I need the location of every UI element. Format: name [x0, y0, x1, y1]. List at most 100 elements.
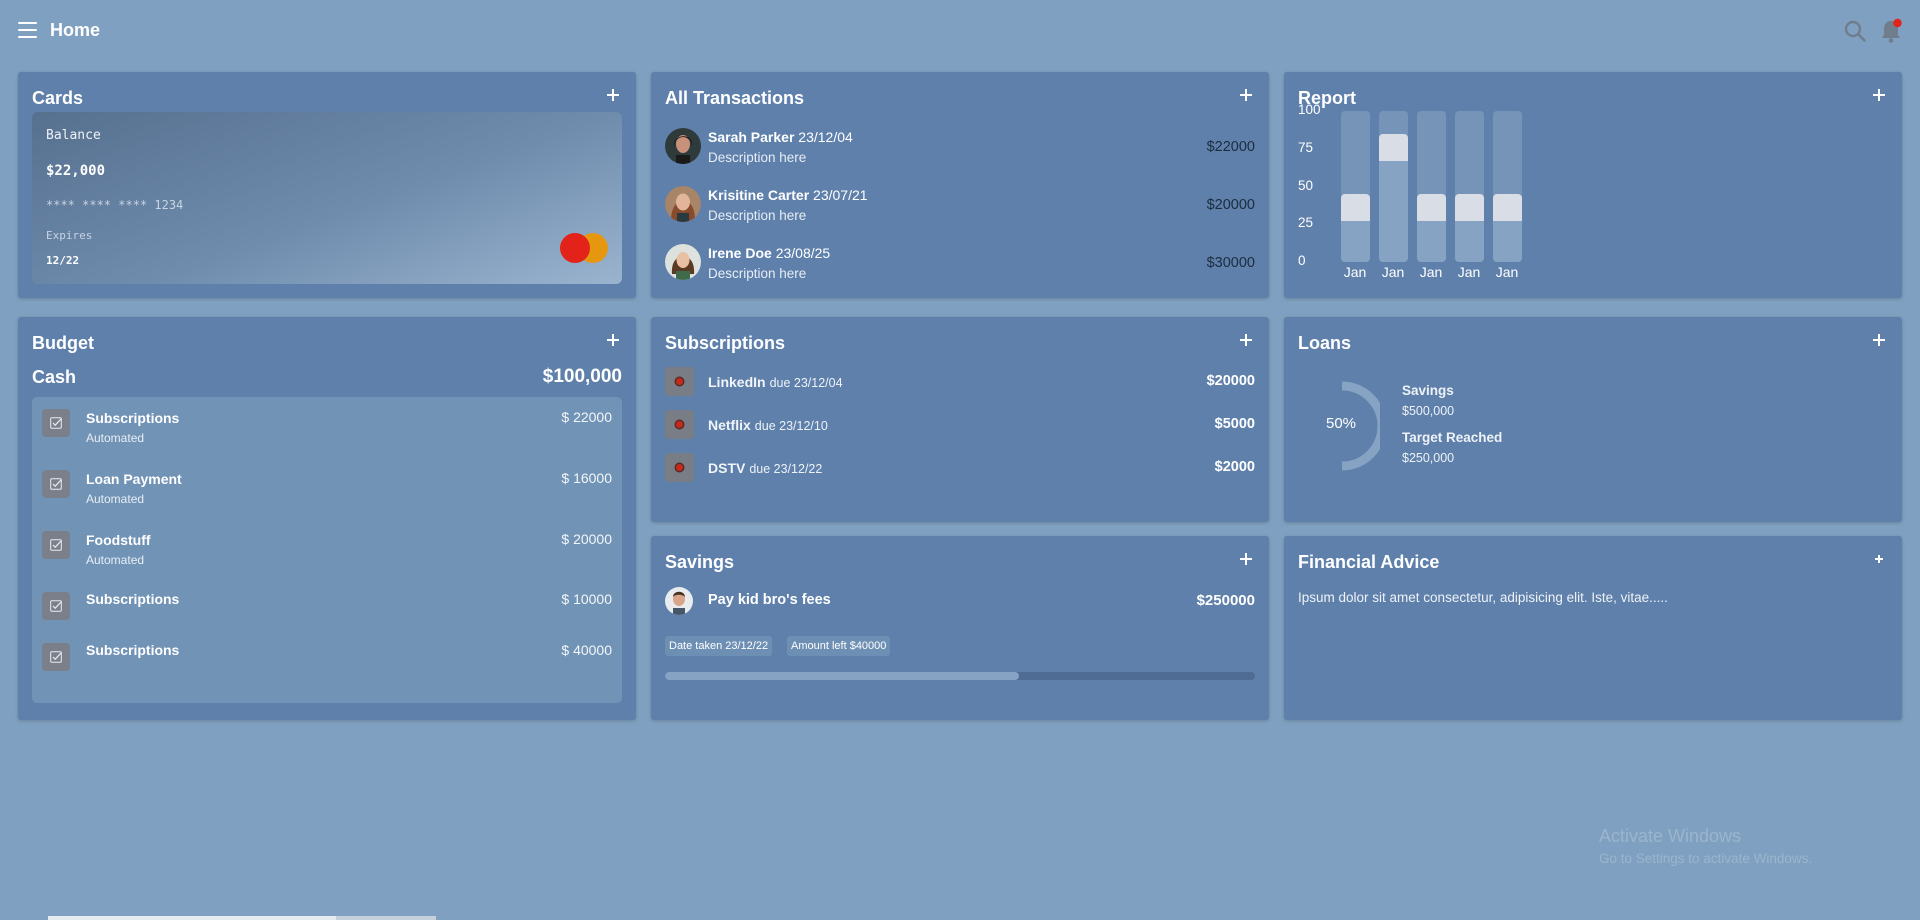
subscription-icon [665, 410, 694, 439]
avatar [665, 186, 701, 222]
check-icon [42, 592, 70, 620]
balance-value: $22,000 [46, 163, 106, 179]
panel-title: Subscriptions [665, 333, 786, 353]
add-subscription-button[interactable] [1237, 331, 1255, 349]
bar-fill [1493, 221, 1522, 262]
page-title: Home [50, 20, 101, 40]
transaction-description: Description here [708, 208, 807, 223]
budget-item-amount: $ 22000 [561, 409, 612, 425]
check-icon [42, 409, 70, 437]
subscription-icon [665, 367, 694, 396]
transaction-row[interactable]: Krisitine Carter 23/07/21 Description he… [665, 186, 1255, 226]
y-tick-label: 100 [1298, 102, 1321, 117]
menu-icon[interactable] [18, 22, 37, 38]
y-tick-label: 50 [1298, 177, 1314, 193]
check-icon [42, 470, 70, 498]
y-tick-label: 0 [1298, 253, 1306, 268]
add-transaction-button[interactable] [1237, 86, 1255, 104]
bell-icon[interactable] [1879, 18, 1903, 44]
savings-progress-fill [665, 672, 1019, 680]
transaction-row[interactable]: Sarah Parker 23/12/04 Description here $… [665, 128, 1255, 168]
avatar [665, 244, 701, 280]
add-loan-button[interactable] [1870, 331, 1888, 349]
cash-label: Cash [32, 367, 77, 387]
savings-progress-bar [665, 672, 1255, 680]
expires-label: Expires [46, 229, 93, 242]
subscriptions-panel: Subscriptions LinkedIn due 23/12/04 $2000… [651, 317, 1269, 522]
advice-text: Ipsum dolor sit amet consectetur, adipis… [1298, 590, 1668, 605]
savings-goal: Pay kid bro's fees [708, 592, 831, 608]
add-budget-button[interactable] [604, 331, 622, 349]
add-card-button[interactable] [604, 86, 622, 104]
credit-card[interactable]: Balance $22,000 **** **** **** 1234 Expi… [32, 112, 622, 284]
subscription-row[interactable]: Netflix due 23/12/10 $5000 [665, 410, 1255, 440]
target-label: Target Reached [1402, 430, 1503, 445]
budget-item[interactable]: Subscriptions $ 10000 [42, 591, 612, 640]
budget-item[interactable]: Loan Payment Automated $ 16000 [42, 470, 612, 518]
budget-item-title: Subscriptions [86, 591, 180, 607]
bar-cap [1417, 194, 1446, 222]
loan-percent: 50% [1326, 415, 1357, 432]
budget-item-title: Loan Payment [86, 471, 182, 487]
transaction-amount: $20000 [1206, 197, 1255, 213]
bar [1379, 111, 1408, 262]
savings-amount: $250000 [1196, 592, 1255, 609]
amount-left-chip: Amount left $40000 [787, 636, 891, 656]
top-bar: Home [0, 0, 1920, 62]
bar [1455, 111, 1484, 262]
subscription-icon [665, 453, 694, 482]
transaction-row[interactable]: Irene Doe 23/08/25 Description here $300… [665, 244, 1255, 284]
bar [1493, 111, 1522, 262]
budget-item[interactable]: Subscriptions Automated $ 22000 [42, 409, 612, 457]
bar-fill [1417, 221, 1446, 262]
x-tick-label: Jan [1457, 264, 1481, 280]
savings-label: Savings [1402, 383, 1454, 398]
notification-dot [1893, 18, 1902, 28]
add-advice-button[interactable] [1870, 550, 1888, 568]
x-tick-label: Jan [1495, 264, 1519, 280]
bar-cap [1493, 194, 1522, 222]
budget-item[interactable]: Foodstuff Automated $ 20000 [42, 531, 612, 579]
transaction-description: Description here [708, 266, 807, 281]
bar-fill [1341, 221, 1370, 262]
y-tick-label: 75 [1298, 139, 1314, 155]
transaction-name: Krisitine Carter 23/07/21 [708, 187, 868, 203]
bar-cap [1341, 194, 1370, 222]
transactions-panel: All Transactions Sarah Parker 23/12/04 D… [651, 72, 1269, 298]
budget-item[interactable]: Subscriptions $ 40000 [42, 642, 612, 691]
subscription-row[interactable]: DSTV due 23/12/22 $2000 [665, 453, 1255, 483]
subscription-amount: $20000 [1206, 373, 1255, 389]
panel-title: Loans [1298, 333, 1352, 353]
bar [1417, 111, 1446, 262]
search-icon[interactable] [1843, 19, 1867, 43]
subscription-name: Netflix due 23/12/10 [708, 417, 828, 433]
budget-item-amount: $ 20000 [561, 531, 612, 547]
activation-watermark-title: Activate Windows [1599, 826, 1742, 846]
mastercard-logo [560, 233, 608, 263]
panel-title: Budget [32, 333, 94, 353]
card-number: **** **** **** 1234 [46, 198, 184, 212]
advice-panel: Financial Advice Ipsum dolor sit amet co… [1284, 536, 1902, 720]
transaction-description: Description here [708, 150, 807, 165]
report-chart: 100 75 50 25 0 Jan Jan Jan Jan Jan [1284, 72, 1902, 298]
loans-panel: Loans 50% Savings $500,000 Target Reache… [1284, 317, 1902, 522]
add-savings-button[interactable] [1237, 550, 1255, 568]
bar-fill [1379, 160, 1408, 262]
report-panel: Report 100 75 50 25 0 Jan Jan Jan Jan Jan [1284, 72, 1902, 298]
x-tick-label: Jan [1381, 264, 1405, 280]
panel-title: Cards [32, 88, 84, 108]
budget-item-amount: $ 10000 [561, 591, 612, 607]
subscription-amount: $5000 [1214, 416, 1255, 432]
cash-value: $100,000 [542, 366, 622, 387]
transaction-amount: $30000 [1206, 255, 1255, 271]
subscription-row[interactable]: LinkedIn due 23/12/04 $20000 [665, 367, 1255, 397]
avatar [665, 587, 693, 615]
budget-list: Subscriptions Automated $ 22000 Loan Pay… [32, 397, 622, 703]
taskbar-strip [336, 916, 436, 920]
budget-item-title: Subscriptions [86, 410, 180, 426]
bar-cap [1455, 194, 1484, 222]
expires-value: 12/22 [46, 254, 80, 267]
budget-item-subtitle: Automated [86, 431, 145, 445]
balance-label: Balance [46, 128, 101, 143]
target-value: $250,000 [1402, 451, 1455, 465]
